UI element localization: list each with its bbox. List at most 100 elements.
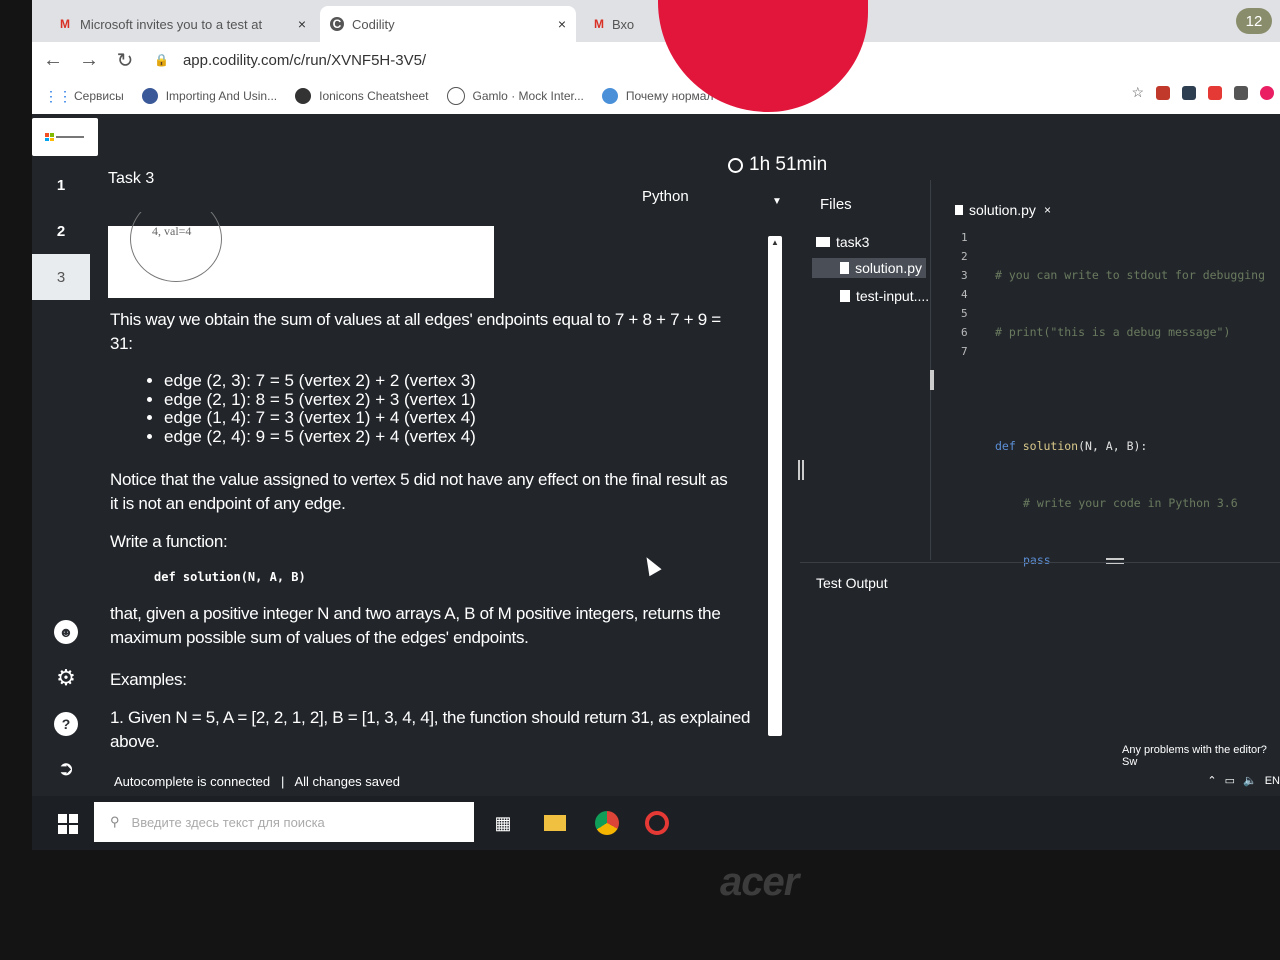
search-placeholder: Введите здесь текст для поиска	[131, 814, 325, 830]
tab-label: Вхо	[612, 16, 635, 32]
test-output-panel: Test Output	[800, 562, 1280, 743]
file-solution[interactable]: solution.py	[812, 258, 926, 278]
extension-icon[interactable]	[1208, 85, 1222, 100]
folder-task3[interactable]: task3	[816, 234, 869, 250]
file-explorer-icon[interactable]	[540, 808, 570, 838]
star-icon[interactable]: ☆	[1131, 84, 1144, 101]
app-icon[interactable]	[642, 808, 672, 838]
task-title: Task 3	[108, 170, 155, 187]
reload-icon[interactable]: ↻	[110, 45, 140, 75]
code-content[interactable]: # you can write to stdout for debugging …	[995, 228, 1265, 608]
task-nav: 1 2 3 ☻ ⚙ ? ➲	[32, 162, 90, 850]
graph-vertex	[130, 212, 222, 282]
close-icon[interactable]: ×	[1044, 203, 1051, 217]
chevron-down-icon[interactable]: ▼	[772, 196, 782, 207]
code-keyword: def	[995, 439, 1016, 453]
line-number: 1	[961, 231, 968, 244]
gmail-icon: M	[60, 17, 70, 31]
address-bar[interactable]: 🔒 app.codility.com/c/run/XVNF5H-3V5/	[154, 52, 426, 69]
gmail-icon: M	[594, 17, 604, 31]
line-number: 3	[961, 269, 968, 282]
extension-icon[interactable]	[1156, 85, 1170, 100]
file-test-input[interactable]: test-input....	[840, 288, 929, 304]
battery-icon[interactable]: ▭	[1225, 774, 1235, 787]
bookmark-label: Сервисы	[74, 89, 124, 103]
code-line: # print("this is a debug message")	[995, 325, 1231, 339]
help-icon[interactable]: ?	[54, 712, 78, 736]
tab-inbox[interactable]: M Вхо	[584, 6, 644, 42]
bookmark-gamlo[interactable]: Gamlo · Mock Inter...	[446, 87, 584, 105]
description-scrollbar[interactable]: ▲	[768, 236, 782, 736]
close-icon[interactable]: ×	[558, 16, 566, 32]
chrome-icon[interactable]	[592, 808, 622, 838]
bookmark-services[interactable]: ⋮⋮ Сервисы	[44, 88, 124, 104]
screen: M Microsoft invites you to a test at × C…	[32, 0, 1280, 850]
bookmark-icon	[141, 88, 158, 104]
back-icon[interactable]: ←	[38, 45, 68, 75]
file-label: test-input....	[856, 288, 930, 304]
chrome-shape	[595, 811, 619, 835]
url-text: app.codility.com/c/run/XVNF5H-3V5/	[182, 51, 427, 69]
files-pane: Files task3 solution.py test-input....	[804, 180, 930, 560]
task-view-icon[interactable]: ▦	[488, 808, 518, 838]
sum-text-2: 31:	[110, 334, 133, 353]
acer-logo: acer	[720, 860, 799, 904]
save-status: All changes saved	[294, 774, 400, 789]
file-icon	[840, 290, 850, 302]
folder-shape	[544, 815, 566, 831]
example-text-1: 1. Given N = 5, A = [2, 2, 1, 2], B = [1…	[110, 708, 751, 727]
file-label: solution.py	[855, 260, 922, 276]
tab-microsoft[interactable]: M Microsoft invites you to a test at ×	[48, 6, 316, 42]
system-tray: ⌃ ▭ 🔈 EN	[1207, 774, 1280, 788]
examples-heading: Examples:	[110, 670, 187, 689]
bookmark-importing[interactable]: Importing And Usin...	[141, 88, 277, 104]
given-text-1: that, given a positive integer N and two…	[110, 604, 721, 623]
autocomplete-status: Autocomplete is connected	[114, 774, 271, 789]
extension-icon[interactable]	[1260, 85, 1274, 100]
task-nav-3[interactable]: 3	[32, 254, 90, 300]
tab-label: Codility	[352, 16, 395, 32]
example-text-2: above.	[110, 732, 160, 751]
bookmarks-bar: ⋮⋮ Сервисы Importing And Usin... Ionicon…	[32, 78, 1280, 115]
taskbar-search[interactable]: ⚲ Введите здесь текст для поиска	[94, 802, 474, 842]
extension-icon[interactable]	[1182, 85, 1196, 100]
task-nav-1[interactable]: 1	[32, 162, 90, 208]
app-shape	[645, 811, 669, 835]
scroll-up-icon[interactable]: ▲	[771, 238, 779, 247]
clock-icon	[728, 157, 743, 173]
bookmark-icon	[446, 87, 465, 105]
code-editor[interactable]: solution.py × 1 2 3 4 5 6 7 # you can wr…	[930, 180, 1280, 567]
tab-codility[interactable]: C Codility ×	[320, 6, 576, 42]
close-icon[interactable]: ×	[298, 16, 306, 32]
windows-start-icon[interactable]	[58, 814, 78, 834]
list-item: edge (2, 4): 9 = 5 (vertex 2) + 4 (verte…	[164, 427, 476, 447]
tab-count-badge[interactable]: 12	[1236, 8, 1272, 34]
code-line: def solution(N, A, B):	[995, 437, 1265, 456]
task-description: 4, val=4 This way we obtain the sum of v…	[106, 212, 766, 752]
accessibility-icon[interactable]: ☻	[54, 620, 78, 644]
tray-language[interactable]: EN	[1265, 775, 1280, 787]
forward-icon[interactable]: →	[74, 45, 104, 75]
notice-text-1: Notice that the value assigned to vertex…	[110, 470, 728, 489]
logout-icon[interactable]: ➲	[54, 756, 78, 780]
list-item: edge (2, 1): 8 = 5 (vertex 2) + 3 (verte…	[164, 390, 476, 410]
chevron-up-icon[interactable]: ⌃	[1207, 774, 1216, 787]
editor-tab[interactable]: solution.py ×	[955, 202, 1051, 218]
gear-icon[interactable]: ⚙	[54, 665, 78, 690]
browser-toolbar: ← → ↻ 🔒 app.codility.com/c/run/XVNF5H-3V…	[32, 42, 1280, 78]
line-number: 5	[961, 307, 968, 320]
task-nav-2[interactable]: 2	[32, 208, 90, 254]
language-select[interactable]: Python	[642, 188, 689, 205]
bookmark-ionicons[interactable]: Ionicons Cheatsheet	[295, 88, 429, 104]
extension-icon[interactable]	[1234, 85, 1248, 100]
status-bar: Autocomplete is connected | All changes …	[114, 774, 400, 789]
code-params: (N, A, B):	[1078, 439, 1148, 453]
volume-icon[interactable]: 🔈	[1243, 774, 1257, 787]
code-line: # write your code in Python 3.6	[1023, 496, 1238, 510]
editor-splitter[interactable]	[930, 370, 934, 390]
sum-text-1: This way we obtain the sum of values at …	[110, 310, 721, 329]
lock-icon: 🔒	[154, 53, 169, 67]
problems-link[interactable]: Any problems with the editor? Sw	[1122, 744, 1280, 768]
line-numbers: 1 2 3 4 5 6 7	[961, 228, 968, 361]
